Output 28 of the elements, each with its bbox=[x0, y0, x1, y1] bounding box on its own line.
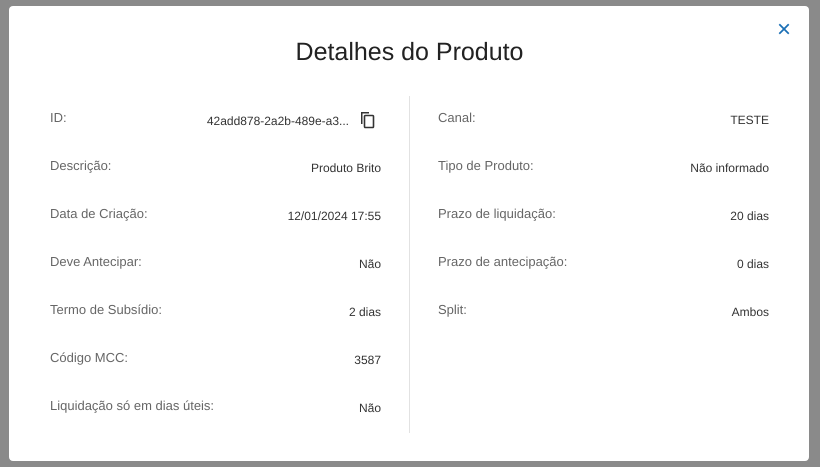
field-label: ID: bbox=[50, 110, 67, 125]
field-value: Produto Brito bbox=[310, 161, 381, 175]
field-label: Deve Antecipar: bbox=[50, 254, 142, 269]
field-value: Ambos bbox=[732, 305, 769, 319]
field-label: Termo de Subsídio: bbox=[50, 302, 162, 317]
field-label: Split: bbox=[438, 302, 467, 317]
field-label: Data de Criação: bbox=[50, 206, 148, 221]
field-label: Descrição: bbox=[50, 158, 112, 173]
field-value: Não bbox=[358, 257, 381, 271]
field-label: Liquidação só em dias úteis: bbox=[50, 398, 214, 413]
field-value: 12/01/2024 17:55 bbox=[288, 209, 381, 223]
field-value: Não bbox=[358, 401, 381, 415]
field-value: 3587 bbox=[354, 353, 381, 367]
field-value: TESTE bbox=[730, 113, 769, 127]
field-value: 2 dias bbox=[348, 305, 381, 319]
field-value: 42add878-2a2b-489e-a3... bbox=[206, 114, 349, 128]
field-label: Canal: bbox=[438, 110, 476, 125]
field-value: 0 dias bbox=[736, 257, 769, 271]
field-value: 20 dias bbox=[730, 209, 769, 223]
field-value: Não informado bbox=[690, 161, 769, 175]
copy-button[interactable] bbox=[359, 111, 375, 129]
dialog-title: Detalhes do Produto bbox=[294, 37, 524, 68]
field-label: Tipo de Produto: bbox=[438, 158, 534, 173]
field-label: Prazo de antecipação: bbox=[438, 254, 568, 269]
copy-icon bbox=[359, 111, 375, 129]
field-label: Código MCC: bbox=[50, 350, 128, 365]
close-button[interactable]: × bbox=[772, 18, 795, 42]
field-label: Prazo de liquidação: bbox=[438, 206, 556, 221]
